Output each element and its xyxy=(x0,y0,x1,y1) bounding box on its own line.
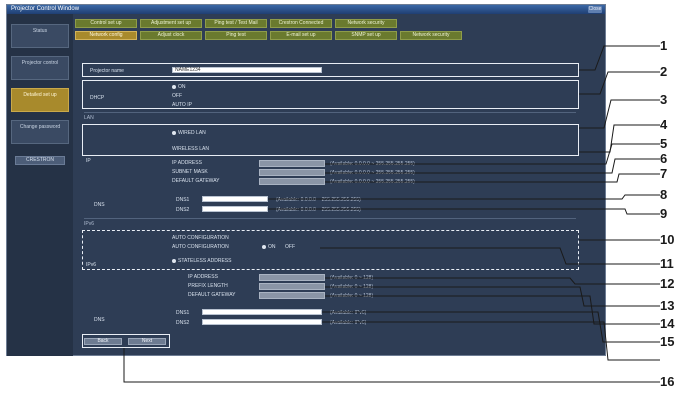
dns1-input[interactable] xyxy=(202,196,268,202)
callout-7: 7 xyxy=(660,166,668,181)
callout-3: 3 xyxy=(660,92,668,107)
ipv6-gateway-label: DEFAULT GATEWAY xyxy=(188,292,236,298)
subnet-mask-label: SUBNET MASK xyxy=(172,169,208,175)
highlight-lan xyxy=(82,124,579,156)
dns-label: DNS xyxy=(94,202,105,208)
tab-snmp-setup[interactable]: SNMP set up xyxy=(335,31,397,40)
ipv6-prefix-range: (Available: 0 ~ 128) xyxy=(330,284,374,290)
dns6-1-range: (Available: IPv6) xyxy=(330,310,367,316)
sidebar-item-change-password[interactable]: Change password xyxy=(11,120,69,144)
sidebar: Status Projector control Detailed set up… xyxy=(7,14,73,356)
close-button[interactable]: Close xyxy=(588,6,602,13)
tab-network-security-1[interactable]: Network security xyxy=(335,19,397,28)
dns1-range: (Available: 0.0.0.0 ~ 255.255.255.255) xyxy=(276,197,361,203)
tab-adjustment-setup[interactable]: Adjustment set up xyxy=(140,19,202,28)
dns6-label: DNS xyxy=(94,317,105,323)
dns2-input[interactable] xyxy=(202,206,268,212)
highlight-buttons xyxy=(82,334,170,348)
default-gateway-input[interactable] xyxy=(259,178,325,185)
tab-adjust-clock[interactable]: Adjust clock xyxy=(140,31,202,40)
ipv6-address-input[interactable] xyxy=(259,274,325,281)
ipv6-prefix-label: PREFIX LENGTH xyxy=(188,283,228,289)
ipv6-address-range: (Available: 0 ~ 128) xyxy=(330,275,374,281)
callout-11: 11 xyxy=(660,256,674,271)
lan-section-label: LAN xyxy=(84,115,94,121)
dns6-2-input[interactable] xyxy=(202,319,322,325)
dns2-label: DNS2 xyxy=(176,207,190,213)
dns2-range: (Available: 0.0.0.0 ~ 255.255.255.255) xyxy=(276,207,361,213)
ip-address-input[interactable] xyxy=(259,160,325,167)
tab-email-setup[interactable]: E-mail set up xyxy=(270,31,332,40)
window-title: Projector Control Window xyxy=(11,6,80,12)
divider xyxy=(84,218,576,219)
tab-network-security-2[interactable]: Network security xyxy=(400,31,462,40)
sidebar-item-projector-control[interactable]: Projector control xyxy=(11,56,69,80)
ipv6-gateway-range: (Available: 0 ~ 128) xyxy=(330,293,374,299)
default-gateway-range: (Available: 0.0.0.0 ~ 255.255.255.255) xyxy=(330,179,415,185)
callout-14: 14 xyxy=(660,316,675,331)
callout-4: 4 xyxy=(660,117,668,132)
dns6-1-input[interactable] xyxy=(202,309,322,315)
callout-8: 8 xyxy=(660,187,668,202)
highlight-ipv6 xyxy=(82,230,579,270)
dns1-label: DNS1 xyxy=(176,197,190,203)
ip-label: IP xyxy=(86,158,91,164)
sidebar-item-status[interactable]: Status xyxy=(11,24,69,48)
sidebar-item-label: Detailed set up xyxy=(23,92,57,98)
callout-15: 15 xyxy=(660,334,675,349)
ipv6-section-label: IPv6 xyxy=(84,221,95,227)
tab-ping-test[interactable]: Ping test xyxy=(205,31,267,40)
sidebar-item-label: Status xyxy=(32,28,48,34)
callout-5: 5 xyxy=(660,136,668,151)
default-gateway-label: DEFAULT GATEWAY xyxy=(172,178,220,184)
dns6-2-range: (Available: IPv6) xyxy=(330,320,367,326)
subnet-mask-range: (Available: 0.0.0.0 ~ 255.255.255.255) xyxy=(330,170,415,176)
highlight-dhcp xyxy=(82,80,579,109)
sidebar-item-label: Change password xyxy=(19,124,61,130)
tab-network-config[interactable]: Network config xyxy=(75,31,137,40)
dns6-1-label: DNS1 xyxy=(176,310,190,316)
sidebar-item-label: Projector control xyxy=(21,60,59,66)
callout-10: 10 xyxy=(660,232,675,247)
callout-9: 9 xyxy=(660,206,668,221)
callout-2: 2 xyxy=(660,64,668,79)
window-titlebar: Projector Control Window Close xyxy=(7,5,605,14)
divider xyxy=(84,112,576,113)
ipv6-gateway-input[interactable] xyxy=(259,292,325,299)
ip-address-label: IP ADDRESS xyxy=(172,160,202,166)
subnet-mask-input[interactable] xyxy=(259,169,325,176)
ip-address-range: (Available: 0.0.0.0 ~ 255.255.255.255) xyxy=(330,161,415,167)
highlight-projector-name xyxy=(82,63,579,77)
callout-13: 13 xyxy=(660,298,675,313)
ipv6-address-label: IP ADDRESS xyxy=(188,274,218,280)
ipv6-prefix-input[interactable] xyxy=(259,283,325,290)
callout-12: 12 xyxy=(660,276,675,291)
callout-6: 6 xyxy=(660,151,668,166)
tab-control-setup[interactable]: Control set up xyxy=(75,19,137,28)
callout-16: 16 xyxy=(660,374,675,389)
dns6-2-label: DNS2 xyxy=(176,320,190,326)
callout-1: 1 xyxy=(660,38,668,53)
crestron-button[interactable]: CRESTRON xyxy=(15,156,65,165)
tab-crestron-connected[interactable]: Crestron Connected xyxy=(270,19,332,28)
sidebar-item-detailed-setup[interactable]: Detailed set up xyxy=(11,88,69,112)
tab-ping-test-mail[interactable]: Ping test / Test Mail xyxy=(205,19,267,28)
